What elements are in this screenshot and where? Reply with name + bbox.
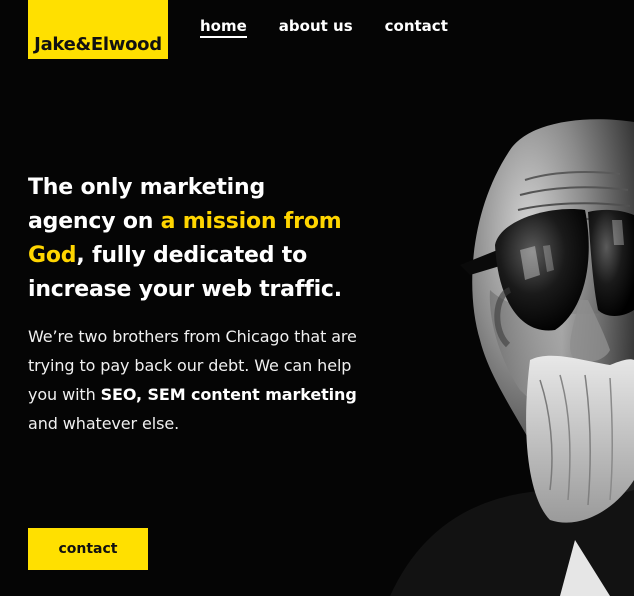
logo[interactable]: Jake&Elwood bbox=[28, 0, 168, 59]
description-bold: SEO, SEM content marketing bbox=[100, 385, 357, 404]
logo-text: Jake&Elwood bbox=[34, 34, 162, 55]
contact-button[interactable]: contact bbox=[28, 528, 148, 570]
hero-section: The only marketing agency on a mission f… bbox=[28, 171, 358, 438]
nav-contact-link[interactable]: contact bbox=[385, 17, 448, 38]
hero-description: We’re two brothers from Chicago that are… bbox=[28, 322, 358, 438]
nav-home-link[interactable]: home bbox=[200, 17, 247, 38]
portrait-photo bbox=[390, 119, 634, 596]
headline-part-2: , fully dedicated to increase your web t… bbox=[28, 243, 342, 302]
main-nav: home about us contact bbox=[200, 17, 448, 38]
landing-page: Jake&Elwood home about us contact The on… bbox=[0, 0, 634, 596]
description-part-2: and whatever else. bbox=[28, 414, 180, 433]
hero-headline: The only marketing agency on a mission f… bbox=[28, 171, 358, 307]
nav-about-link[interactable]: about us bbox=[279, 17, 353, 38]
